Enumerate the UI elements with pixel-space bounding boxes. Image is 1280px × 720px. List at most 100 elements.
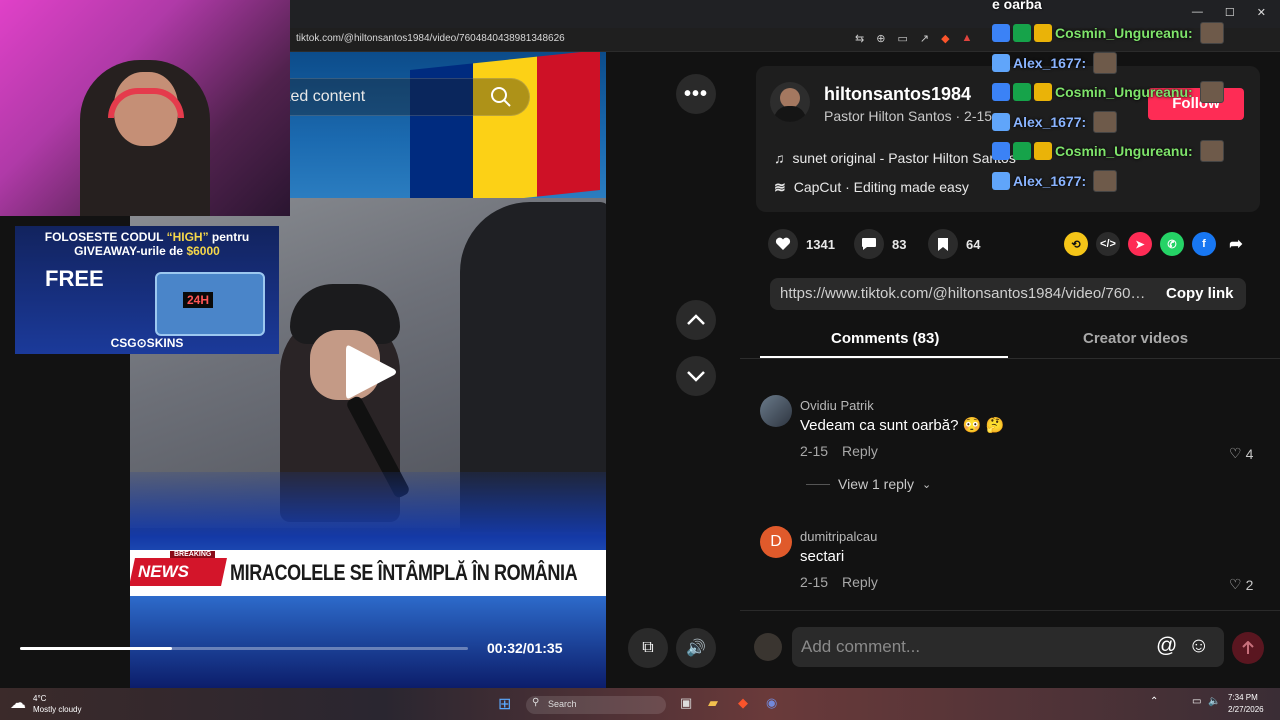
file-explorer-icon[interactable]: ▰	[708, 695, 718, 711]
chat-message: Cosmin_Ungureanu:	[992, 81, 1224, 103]
discord-icon[interactable]: ◉	[766, 695, 777, 711]
mini-player-icon: ⧉	[642, 639, 654, 656]
brave-shield-icon[interactable]: ◆	[941, 32, 949, 45]
comment-like[interactable]: ♡ 4	[1229, 445, 1253, 462]
task-view-icon[interactable]: ▣	[680, 695, 692, 711]
promo-text-end: pentru	[208, 230, 250, 244]
tray-chevron-icon[interactable]: ⌃	[1150, 696, 1158, 707]
clock-date: 2/27/2026	[1228, 705, 1264, 714]
ellipsis-icon: •••	[683, 82, 708, 105]
tab-creator-videos[interactable]: Creator videos	[1083, 330, 1188, 347]
comment-date: 2-15	[800, 574, 829, 590]
post-comment-button[interactable]	[1232, 632, 1264, 664]
share-arrow-icon[interactable]: ➦	[1224, 232, 1248, 256]
tab-comments[interactable]: Comments (83)	[831, 330, 939, 347]
reply-button[interactable]: Reply	[842, 443, 878, 459]
search-input[interactable]: ted content	[286, 88, 365, 106]
weather-temp: 4°C	[33, 694, 47, 703]
network-icon[interactable]: ▭	[1192, 696, 1201, 707]
toolbar-icons: ⇆ ⊕ ▭ ↗ ◆ ▲	[855, 32, 972, 45]
maximize-icon[interactable]: ☐	[1225, 6, 1235, 19]
author-display-name: Pastor Hilton Santos · 2-15	[824, 108, 993, 124]
chat-username: Alex_1677:	[1013, 113, 1087, 130]
capcut-row[interactable]: ≋ CapCut · Editing made easy	[774, 179, 969, 196]
zoom-icon[interactable]: ⊕	[876, 32, 885, 45]
progress-fill	[20, 647, 172, 650]
view-replies-label: View 1 reply	[838, 476, 915, 492]
chat-badge-icon	[992, 24, 1010, 42]
capcut-label: CapCut · Editing made easy	[793, 179, 969, 195]
whatsapp-icon[interactable]: ✆	[1160, 232, 1184, 256]
comment-username[interactable]: Ovidiu Patrik	[800, 398, 874, 413]
commenter-avatar[interactable]	[760, 395, 792, 427]
comment-text: sectari	[800, 548, 845, 565]
author-username[interactable]: hiltonsantos1984	[824, 84, 971, 105]
streamer-webcam	[0, 0, 290, 216]
promo-text: FOLOSESTE CODUL	[44, 230, 167, 244]
reply-button[interactable]: Reply	[842, 574, 878, 590]
mention-icon[interactable]: @	[1156, 634, 1177, 658]
comment-username[interactable]: dumitripalcau	[800, 529, 877, 544]
news-badge-label: NEWS	[138, 562, 189, 581]
comment-placeholder[interactable]: Add comment...	[801, 637, 920, 657]
comment-like[interactable]: ♡ 2	[1229, 576, 1253, 593]
chat-badge-icon	[1034, 83, 1052, 101]
user-avatar[interactable]	[754, 633, 782, 661]
chat-emote-icon	[1093, 110, 1118, 133]
chat-emote-icon	[1199, 22, 1224, 44]
play-icon[interactable]	[342, 342, 398, 402]
like-stat[interactable]: 1341	[768, 229, 835, 259]
more-options-button[interactable]: •••	[676, 74, 716, 114]
volume-button[interactable]: 🔊	[676, 628, 716, 668]
speaker-icon[interactable]: 🔈	[1208, 696, 1220, 707]
translate-icon[interactable]: ⇆	[855, 32, 864, 45]
promo-line-1: FOLOSESTE CODUL “HIGH” pentru	[15, 230, 279, 244]
save-stat[interactable]: 64	[928, 229, 980, 259]
capcut-icon: ≋	[774, 179, 786, 195]
promo-brand: CSG⊙SKINS	[110, 336, 184, 350]
comment-stat[interactable]: 83	[854, 229, 906, 259]
chat-badge-icon	[992, 142, 1010, 160]
chat-username: Alex_1677:	[1013, 172, 1087, 189]
close-icon[interactable]: ✕	[1257, 6, 1266, 19]
minimize-icon[interactable]: —	[1192, 6, 1203, 19]
promo-free: FREE	[45, 266, 104, 291]
share-page-icon[interactable]: ↗	[920, 32, 929, 45]
chat-username: Cosmin_Ungureanu:	[1055, 84, 1193, 100]
commenter-avatar[interactable]: D	[760, 526, 792, 558]
promo-amount: $6000	[186, 244, 220, 258]
chat-username: Alex_1677:	[1013, 54, 1087, 71]
comment-date: 2-15	[800, 443, 829, 459]
repost-icon[interactable]: ⟲	[1064, 232, 1088, 256]
video-link[interactable]: https://www.tiktok.com/@hiltonsantos1984…	[780, 285, 1152, 302]
window-controls: — ☐ ✕	[1192, 6, 1266, 19]
taskbar-search[interactable]	[526, 696, 666, 714]
view-replies-button[interactable]: View 1 reply ⌄	[806, 476, 931, 492]
reader-icon[interactable]: ▭	[897, 32, 907, 45]
comment-text: Vedeam ca sunt oarbă? 😳 🤔	[800, 417, 1005, 434]
send-to-friends-icon[interactable]: ➤	[1128, 232, 1152, 256]
music-title: sunet original - Pastor Hilton Santos	[792, 150, 1016, 166]
promo-code: “HIGH”	[166, 230, 209, 244]
copy-link-button[interactable]: Copy link	[1166, 285, 1234, 302]
brave-browser-icon[interactable]: ◆	[738, 695, 748, 711]
facebook-icon[interactable]: f	[1192, 232, 1216, 256]
previous-video-button[interactable]	[676, 300, 716, 340]
floating-player-button[interactable]: ⧉	[628, 628, 668, 668]
next-video-button[interactable]	[676, 356, 716, 396]
search-icon[interactable]	[490, 86, 512, 108]
embed-icon[interactable]: </>	[1096, 232, 1120, 256]
start-icon[interactable]: ⊞	[498, 694, 511, 714]
rewards-icon[interactable]: ▲	[962, 32, 973, 45]
author-avatar[interactable]	[770, 82, 810, 122]
emoji-icon[interactable]: ☺	[1188, 634, 1209, 658]
music-row[interactable]: ♫ sunet original - Pastor Hilton Santos	[774, 150, 1016, 166]
share-options: ⟲ </> ➤ ✆ f ➦	[1064, 232, 1248, 256]
news-lower-third: NEWS BREAKING MIRACOLELE SE ÎNTÂMPLĂ ÎN …	[130, 550, 606, 596]
heart-outline-icon: ♡	[1229, 445, 1242, 461]
chat-title: e oarba	[992, 0, 1042, 12]
heart-outline-icon: ♡	[1229, 576, 1242, 592]
chat-badge-icon	[1034, 142, 1052, 160]
weather-icon[interactable]: ☁	[10, 693, 26, 713]
url-field[interactable]: tiktok.com/@hiltonsantos1984/video/76048…	[296, 33, 565, 44]
